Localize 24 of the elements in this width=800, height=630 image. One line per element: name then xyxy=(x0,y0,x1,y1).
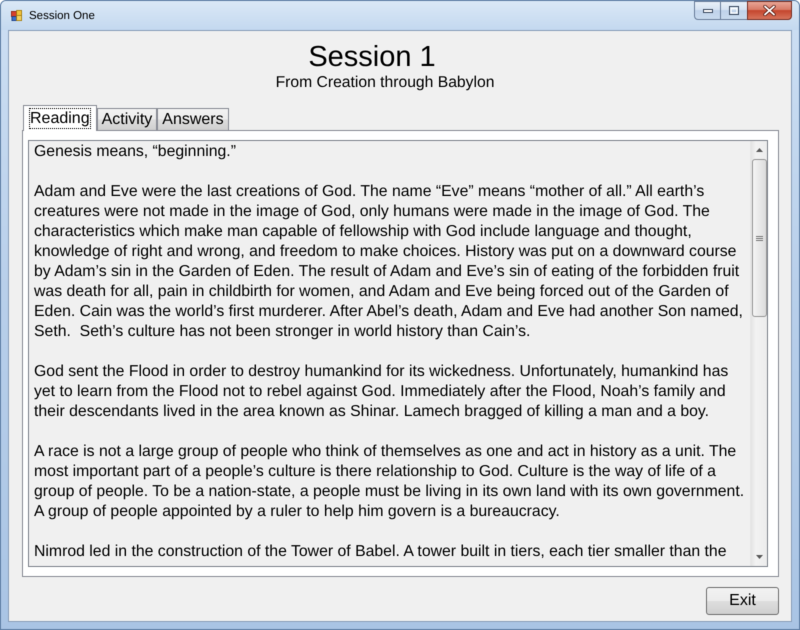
down-arrow-icon[interactable] xyxy=(756,555,762,559)
scroll-thumb[interactable] xyxy=(752,159,766,317)
close-icon xyxy=(763,5,776,16)
tab[interactable]: Activity xyxy=(96,108,158,130)
scrollbar[interactable] xyxy=(750,141,767,566)
window-icon xyxy=(11,10,22,21)
grip-icon xyxy=(756,236,762,240)
tab[interactable]: Reading xyxy=(23,105,97,131)
paragraph-text: God sent the Flood in order to destroy humankind for its wickedness. Unfortunately, humankind has yet to learn from the Flood not to rebel against God. Immediately after the Flood, Noah’s family and their descendants lived in the area known as Shinar. Lamech bragged of killing a man and a boy. xyxy=(34,362,730,422)
minimize-button[interactable] xyxy=(694,1,720,20)
page-title: Session 1 xyxy=(308,41,436,74)
minimize-icon xyxy=(702,8,712,12)
close-button[interactable] xyxy=(747,1,792,20)
window-title: Session One xyxy=(29,10,95,22)
paragraph-text: A race is not a large group of people who think of themselves as one and act in history as a unit. The most important part of a people’s culture is there relationship to God. Culture is the way of life of a group of people. To be a nation-state, a people must be living in its own land with its own government. A group of people appointed by a ruler to help him govern is a bureaucracy. xyxy=(34,442,746,522)
exit-button[interactable]: Exit xyxy=(706,587,779,615)
paragraph-text: Genesis means, “beginning.” xyxy=(34,142,237,162)
subtitle-text: From Creation through Babylon xyxy=(276,74,494,92)
maximize-icon xyxy=(729,6,739,15)
paragraph-text: Nimrod led in the construction of the Tower of Babel. A tower built in tiers, each tier smaller than the xyxy=(34,542,728,562)
tab[interactable]: Answers xyxy=(157,108,229,130)
up-arrow-icon[interactable] xyxy=(756,148,762,152)
maximize-button[interactable] xyxy=(720,1,747,20)
paragraph-text: Adam and Eve were the last creations of God. The name “Eve” means “mother of all.” All earth’s creatures were not made in the image of God, only humans were made in the image of God. The characteristics which make man capable of fellowship with God include language and thought, knowledge of right and wrong, and freedom to make choices. History was put on a downward course by Adam’s sin in the Garden of Eden. The result of Adam and Eve’s sin of eating of the forbidden fruit was death for all, pain in childbirth for women, and Adam and Eve being forced out of the Garden of Eden. Cain was the world’s first murderer. After Abel’s death, Adam and Eve had another Son named, Seth. Seth’s culture has not been stronger in world history than Cain’s. xyxy=(34,182,744,342)
